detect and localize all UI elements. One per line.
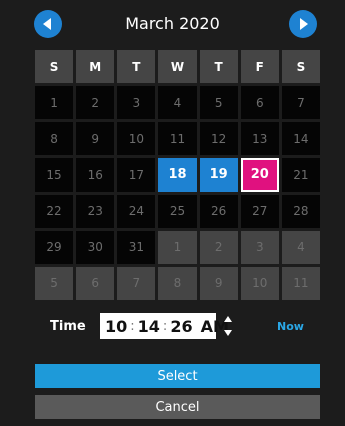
day-cell-other-month[interactable]: 6 <box>76 266 115 300</box>
day-cell[interactable]: 26 <box>199 194 238 228</box>
day-cell-other-month[interactable]: 3 <box>240 230 279 264</box>
day-cell-other-month[interactable]: 4 <box>281 230 320 264</box>
time-label: Time <box>50 319 86 334</box>
day-cell[interactable]: 1 <box>35 86 74 120</box>
day-cell[interactable]: 15 <box>35 158 74 192</box>
day-cell[interactable]: 11 <box>158 122 197 156</box>
day-cell[interactable]: 7 <box>281 86 320 120</box>
weekday-header: S <box>35 50 74 84</box>
time-separator: : <box>130 318 135 334</box>
day-cell-other-month[interactable]: 10 <box>240 266 279 300</box>
day-cell[interactable]: 12 <box>199 122 238 156</box>
arrow-up-icon[interactable] <box>224 316 232 322</box>
day-cell[interactable]: 22 <box>35 194 74 228</box>
day-cell[interactable]: 31 <box>117 230 156 264</box>
day-cell[interactable]: 8 <box>35 122 74 156</box>
cancel-button[interactable]: Cancel <box>35 395 320 419</box>
day-cell[interactable]: 4 <box>158 86 197 120</box>
day-cell-other-month[interactable]: 1 <box>158 230 197 264</box>
calendar-grid: S M T W T F S 1 2 3 4 5 6 7 8 9 10 11 12 13 14 15 16 17 18 19 20 21… <box>35 50 320 300</box>
weekday-header: M <box>76 50 115 84</box>
day-cell[interactable]: 29 <box>35 230 74 264</box>
select-button[interactable]: Select <box>35 364 320 388</box>
time-row: Time 10 : 14 : 26 AM Now <box>0 306 345 346</box>
day-cell[interactable]: 21 <box>281 158 320 192</box>
up-down-stepper-icon[interactable] <box>222 316 234 336</box>
day-cell-other-month[interactable]: 7 <box>117 266 156 300</box>
time-input[interactable]: 10 : 14 : 26 AM <box>100 313 229 339</box>
weekday-header: W <box>158 50 197 84</box>
day-cell[interactable]: 2 <box>76 86 115 120</box>
day-cell-in-range[interactable]: 18 <box>158 158 197 192</box>
arrow-down-icon[interactable] <box>224 330 232 336</box>
day-cell[interactable]: 23 <box>76 194 115 228</box>
day-cell-other-month[interactable]: 11 <box>281 266 320 300</box>
day-cell-in-range[interactable]: 19 <box>199 158 238 192</box>
day-cell[interactable]: 16 <box>76 158 115 192</box>
weekday-header: T <box>117 50 156 84</box>
day-cell[interactable]: 27 <box>240 194 279 228</box>
day-cell[interactable]: 5 <box>199 86 238 120</box>
day-cell[interactable]: 17 <box>117 158 156 192</box>
weekday-header: S <box>281 50 320 84</box>
day-cell[interactable]: 3 <box>117 86 156 120</box>
day-cell-selected[interactable]: 20 <box>240 158 279 192</box>
day-cell[interactable]: 9 <box>76 122 115 156</box>
day-cell-other-month[interactable]: 8 <box>158 266 197 300</box>
time-separator: : <box>162 318 168 334</box>
weekday-header: F <box>240 50 279 84</box>
now-link[interactable]: Now <box>277 320 304 333</box>
second-field[interactable]: 26 <box>170 317 192 336</box>
day-cell[interactable]: 30 <box>76 230 115 264</box>
day-cell-other-month[interactable]: 9 <box>199 266 238 300</box>
day-cell[interactable]: 14 <box>281 122 320 156</box>
day-cell[interactable]: 25 <box>158 194 197 228</box>
day-cell[interactable]: 28 <box>281 194 320 228</box>
weekday-header: T <box>199 50 238 84</box>
day-cell[interactable]: 24 <box>117 194 156 228</box>
chevron-right-icon <box>300 18 308 30</box>
day-cell[interactable]: 10 <box>117 122 156 156</box>
day-cell[interactable]: 6 <box>240 86 279 120</box>
calendar-header: March 2020 <box>0 0 345 48</box>
hour-field[interactable]: 10 <box>105 317 127 336</box>
day-cell-other-month[interactable]: 2 <box>199 230 238 264</box>
day-cell[interactable]: 13 <box>240 122 279 156</box>
minute-field[interactable]: 14 <box>138 317 160 336</box>
day-cell-other-month[interactable]: 5 <box>35 266 74 300</box>
next-month-button[interactable] <box>289 10 317 38</box>
